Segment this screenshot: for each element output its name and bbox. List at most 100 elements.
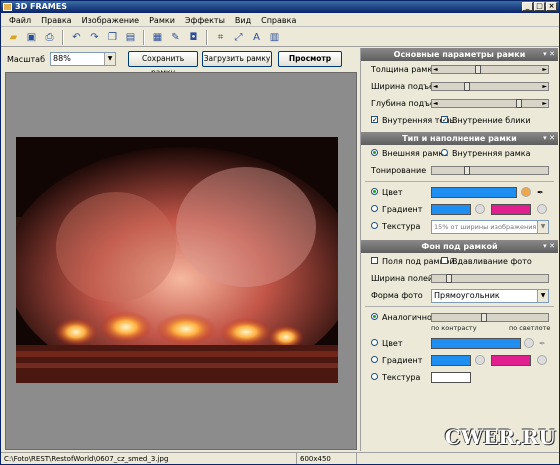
zoom-bar: Масштаб 88% ▼ Сохранить рамку Загрузить …	[1, 48, 357, 77]
document-icon[interactable]: ▥	[266, 29, 283, 46]
contrast-label: по контрасту	[431, 324, 477, 332]
canvas-area[interactable]	[5, 72, 357, 450]
frame-texture-radio[interactable]	[371, 222, 378, 229]
frame-texture-label: Текстура	[382, 222, 421, 231]
menu-image[interactable]: Изображение	[77, 14, 145, 26]
slider-thumb[interactable]	[463, 166, 470, 175]
undo-icon[interactable]: ↶	[68, 29, 85, 46]
load-frame-button[interactable]: Загрузить рамку	[202, 51, 273, 67]
section-header-background[interactable]: Фон под рамкой ▾ ✕	[361, 240, 558, 253]
open-icon[interactable]: ▰	[5, 29, 22, 46]
chevron-down-icon[interactable]: ▼	[537, 221, 548, 233]
toolbar: ▰ ▣ ⎙ ↶ ↷ ❐ ▤ ▦ ✎ ◘ ⌗ ⤢ A ▥	[1, 28, 559, 47]
zoom-select[interactable]: 88% ▼	[50, 52, 117, 66]
bg-texture-radio[interactable]	[371, 373, 378, 380]
zoom-value: 88%	[53, 54, 71, 63]
slider-thumb[interactable]	[516, 99, 522, 108]
collapse-icon[interactable]: ▾ ✕	[543, 48, 555, 61]
thickness-slider[interactable]: ◄ ►	[431, 65, 549, 74]
bg-palette-icon[interactable]	[524, 338, 534, 348]
bg-eyedropper-icon[interactable]: ✒	[539, 339, 546, 348]
chevron-down-icon[interactable]: ▼	[104, 53, 116, 65]
save-icon[interactable]: ▣	[23, 29, 40, 46]
toolbar-separator	[206, 29, 208, 45]
frame-color-radio[interactable]	[371, 188, 378, 195]
outer-frame-label: Внешняя рамка	[382, 149, 449, 158]
analog-slider[interactable]	[431, 313, 549, 322]
crop-icon[interactable]: ⌗	[212, 29, 229, 46]
slider-thumb[interactable]	[481, 313, 488, 322]
gradient-end-swatch[interactable]	[491, 204, 531, 215]
section-header-frame-type[interactable]: Тип и наполнение рамки ▾ ✕	[361, 132, 558, 145]
menu-file[interactable]: Файл	[4, 14, 36, 26]
maximize-button[interactable]: □	[534, 2, 545, 11]
chevron-down-icon[interactable]: ▼	[537, 290, 548, 302]
inner-highlights-checkbox[interactable]: ✓	[441, 116, 448, 124]
gradient-start-picker-icon[interactable]	[475, 204, 485, 214]
slider-thumb[interactable]	[475, 65, 482, 74]
bg-gradient-start-swatch[interactable]	[431, 355, 471, 366]
fields-under-frame-checkbox[interactable]	[371, 257, 378, 264]
field-width-slider[interactable]	[431, 274, 549, 283]
slider-thumb[interactable]	[463, 82, 470, 91]
menu-edit[interactable]: Правка	[36, 14, 76, 26]
analog-radio[interactable]	[371, 313, 378, 320]
photo-inset-label: Вдавливание фото	[452, 257, 532, 266]
photo-shape-value: Прямоугольник	[434, 291, 500, 300]
flare-smoke-photo	[16, 137, 338, 383]
frame-color-swatch[interactable]	[431, 187, 517, 198]
palette-icon[interactable]	[521, 187, 531, 197]
print-icon[interactable]: ⎙	[41, 29, 58, 46]
bg-color-swatch[interactable]	[431, 338, 521, 349]
photo-shape-label: Форма фото	[371, 291, 423, 300]
menu-help[interactable]: Справка	[256, 14, 301, 26]
texture-select[interactable]: 15% от ширины изображения ▼	[431, 220, 549, 234]
frame-gradient-radio[interactable]	[371, 205, 378, 212]
gradient-end-picker-icon[interactable]	[537, 204, 547, 214]
close-button[interactable]: ×	[546, 2, 557, 11]
zoom-label: Масштаб	[7, 54, 46, 64]
menu-bar: Файл Правка Изображение Рамки Эффекты Ви…	[1, 14, 559, 27]
menu-view[interactable]: Вид	[230, 14, 256, 26]
section-title: Фон под рамкой	[421, 242, 498, 251]
photo-inset-checkbox[interactable]	[441, 257, 448, 264]
bg-gradient-start-picker-icon[interactable]	[475, 355, 485, 365]
slider-thumb[interactable]	[446, 274, 453, 283]
bg-gradient-end-picker-icon[interactable]	[537, 355, 547, 365]
rise-depth-slider[interactable]: ◄ ►	[431, 99, 549, 108]
bg-texture-label: Текстура	[382, 373, 421, 382]
frame-icon[interactable]: ◘	[185, 29, 202, 46]
minimize-button[interactable]: _	[522, 2, 533, 11]
texture-value: 15% от ширины изображения	[434, 223, 537, 231]
inner-shadow-checkbox[interactable]: ✓	[371, 116, 378, 124]
photo-preview[interactable]	[16, 137, 338, 383]
preview-button[interactable]: Просмотр	[278, 51, 343, 67]
status-bar: C:\Foto\REST\RestofWorld\0607_cz_smed_3.…	[1, 452, 559, 464]
resize-icon[interactable]: ⤢	[230, 29, 247, 46]
paste-icon[interactable]: ▤	[122, 29, 139, 46]
effects-icon[interactable]: ✎	[167, 29, 184, 46]
eyedropper-icon[interactable]: ✒	[537, 188, 544, 197]
outer-frame-radio[interactable]	[371, 149, 378, 156]
collapse-icon[interactable]: ▾ ✕	[543, 240, 555, 253]
bg-gradient-radio[interactable]	[371, 356, 378, 363]
menu-effects[interactable]: Эффекты	[180, 14, 230, 26]
title-bar[interactable]: 3D FRAMES _ □ ×	[1, 1, 559, 13]
menu-frames[interactable]: Рамки	[144, 14, 180, 26]
collapse-icon[interactable]: ▾ ✕	[543, 132, 555, 145]
redo-icon[interactable]: ↷	[86, 29, 103, 46]
image-icon[interactable]: ▦	[149, 29, 166, 46]
save-frame-button[interactable]: Сохранить рамку	[128, 51, 199, 77]
text-icon[interactable]: A	[248, 29, 265, 46]
gradient-start-swatch[interactable]	[431, 204, 471, 215]
window-title: 3D FRAMES	[15, 2, 67, 11]
rise-width-slider[interactable]: ◄ ►	[431, 82, 549, 91]
inner-frame-radio[interactable]	[441, 149, 448, 156]
bg-texture-swatch[interactable]	[431, 372, 471, 383]
copy-icon[interactable]: ❐	[104, 29, 121, 46]
bg-color-radio[interactable]	[371, 339, 378, 346]
photo-shape-select[interactable]: Прямоугольник ▼	[431, 289, 549, 303]
section-header-frame-params[interactable]: Основные параметры рамки ▾ ✕	[361, 48, 558, 61]
bg-gradient-end-swatch[interactable]	[491, 355, 531, 366]
tint-slider[interactable]	[431, 166, 549, 175]
